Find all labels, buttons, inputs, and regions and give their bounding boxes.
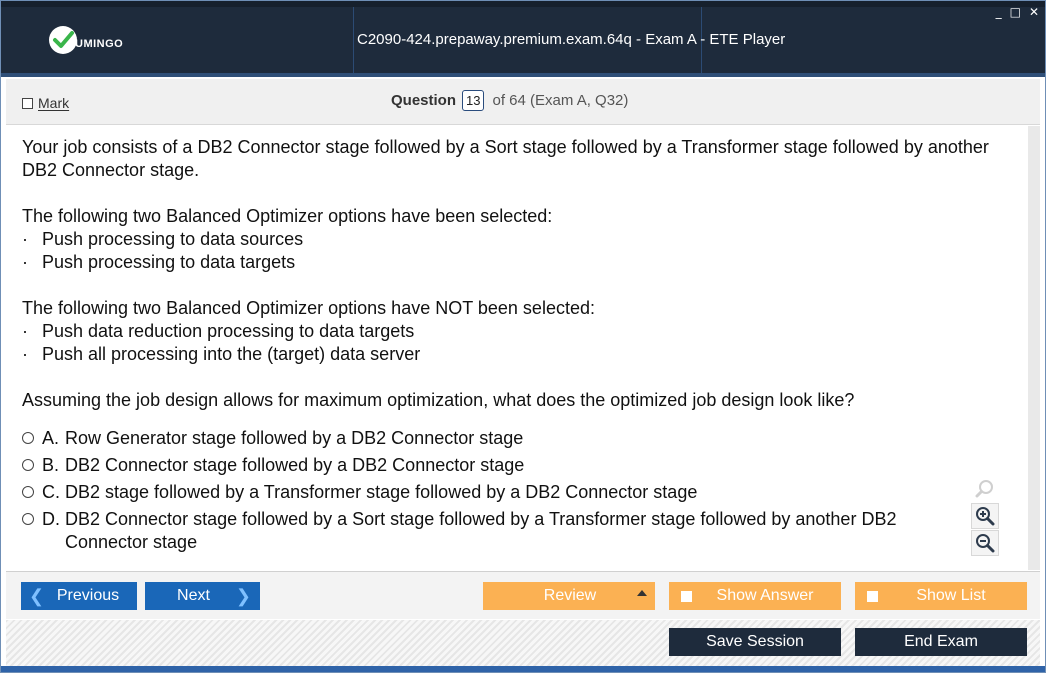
window-controls: _ □ ✕: [996, 6, 1039, 18]
question-label: Question: [391, 92, 457, 109]
magnifier-icon[interactable]: [971, 476, 999, 502]
checkbox-icon[interactable]: [22, 97, 33, 109]
next-label: Next: [177, 587, 210, 604]
show-list-label: Show List: [916, 587, 986, 604]
radio-button[interactable]: [22, 459, 34, 471]
title-bar-top-strip: [1, 1, 1045, 7]
list-item: · Push data reduction processing to data…: [22, 320, 414, 343]
end-exam-label: End Exam: [904, 633, 978, 650]
bullet-icon: ·: [22, 321, 28, 341]
answer-option-b[interactable]: B. DB2 Connector stage followed by a DB2…: [22, 454, 982, 477]
close-button[interactable]: ✕: [1029, 6, 1039, 18]
mark-checkbox[interactable]: Mark: [22, 95, 69, 111]
list-item: · Push processing to data sources: [22, 228, 303, 251]
list-item-text: Push processing to data targets: [42, 252, 296, 272]
option-letter: C.: [42, 482, 60, 502]
app-window: UMINGO C2090-424.prepaway.premium.exam.6…: [0, 0, 1046, 673]
radio-button[interactable]: [22, 432, 34, 444]
question-prompt: Assuming the job design allows for maxim…: [22, 390, 855, 410]
radio-button[interactable]: [22, 486, 34, 498]
bullet-icon: ·: [22, 344, 28, 364]
checkbox-icon: [867, 591, 878, 602]
option-text: Row Generator stage followed by a DB2 Co…: [65, 428, 524, 448]
maximize-button[interactable]: □: [1010, 6, 1021, 18]
minimize-button[interactable]: _: [996, 6, 1002, 18]
show-list-button[interactable]: Show List: [855, 582, 1027, 610]
title-separator: [353, 7, 354, 73]
navigation-bar: ❮ Previous Next ❯ Review Show Answer Sho…: [6, 571, 1040, 619]
option-text: DB2 Connector stage followed by a Sort s…: [65, 509, 897, 552]
not-selected-heading: The following two Balanced Optimizer opt…: [22, 298, 595, 318]
list-item: · Push all processing into the (target) …: [22, 343, 420, 366]
zoom-tools: [971, 476, 1001, 557]
checkbox-icon: [681, 591, 692, 602]
chevron-left-icon: ❮: [29, 585, 45, 606]
option-letter: B.: [42, 455, 60, 475]
question-total: of 64 (Exam A, Q32): [492, 92, 629, 109]
answer-option-c[interactable]: C. DB2 stage followed by a Transformer s…: [22, 481, 982, 504]
show-answer-button[interactable]: Show Answer: [669, 582, 841, 610]
option-text: DB2 Connector stage followed by a DB2 Co…: [65, 455, 525, 475]
zoom-in-icon[interactable]: [971, 503, 999, 529]
previous-button[interactable]: ❮ Previous: [21, 582, 137, 610]
radio-button[interactable]: [22, 513, 34, 525]
option-letter: D.: [42, 509, 60, 529]
show-answer-label: Show Answer: [716, 587, 814, 604]
question-header: Mark Question 13 of 64 (Exam A, Q32): [6, 79, 1040, 125]
question-counter: Question 13 of 64 (Exam A, Q32): [391, 90, 628, 111]
triangle-up-icon[interactable]: [637, 590, 647, 596]
list-item-text: Push data reduction processing to data t…: [42, 321, 415, 341]
vertical-scrollbar[interactable]: [1028, 126, 1040, 570]
chevron-right-icon: ❯: [235, 585, 251, 606]
window-title: C2090-424.prepaway.premium.exam.64q - Ex…: [357, 31, 786, 48]
answer-option-d[interactable]: D. DB2 Connector stage followed by a Sor…: [22, 508, 982, 554]
app-logo: UMINGO: [49, 25, 123, 55]
option-text: DB2 stage followed by a Transformer stag…: [65, 482, 698, 502]
save-session-label: Save Session: [706, 633, 804, 650]
review-label: Review: [543, 587, 597, 604]
list-item-text: Push all processing into the (target) da…: [42, 344, 421, 364]
question-intro: Your job consists of a DB2 Connector sta…: [22, 137, 989, 180]
selected-heading: The following two Balanced Optimizer opt…: [22, 206, 553, 226]
question-content: Your job consists of a DB2 Connector sta…: [6, 126, 1028, 570]
bullet-icon: ·: [22, 252, 28, 272]
list-item-text: Push processing to data sources: [42, 229, 304, 249]
session-bar: Save Session End Exam: [6, 620, 1040, 666]
save-session-button[interactable]: Save Session: [669, 628, 841, 656]
bottom-accent-bar: [1, 666, 1045, 672]
list-item: · Push processing to data targets: [22, 251, 295, 274]
title-bar: UMINGO C2090-424.prepaway.premium.exam.6…: [1, 1, 1045, 77]
review-button[interactable]: Review: [483, 582, 655, 610]
mark-label: Mark: [38, 95, 70, 111]
bullet-icon: ·: [22, 229, 28, 249]
option-letter: A.: [42, 428, 60, 448]
question-number-input[interactable]: 13: [462, 90, 485, 111]
previous-label: Previous: [56, 587, 120, 604]
zoom-out-icon[interactable]: [971, 530, 999, 556]
logo-text: UMINGO: [75, 38, 124, 50]
answer-option-a[interactable]: A. Row Generator stage followed by a DB2…: [22, 427, 982, 450]
end-exam-button[interactable]: End Exam: [855, 628, 1027, 656]
title-bar-accent: [1, 73, 1045, 77]
next-button[interactable]: Next ❯: [145, 582, 260, 610]
check-logo-icon: [49, 26, 77, 54]
